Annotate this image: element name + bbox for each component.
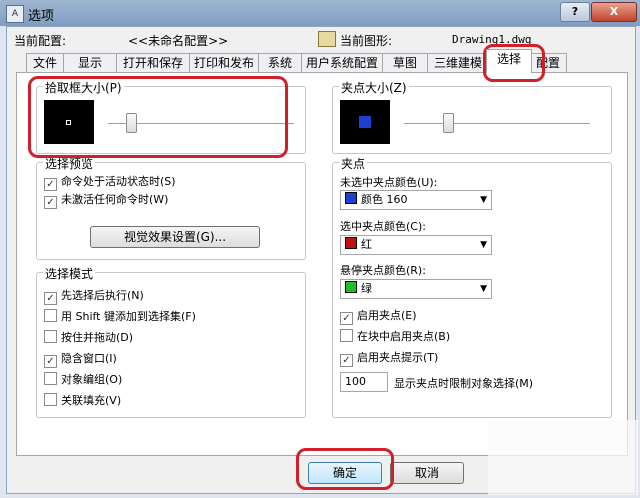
hover-grip-color-select[interactable]: 绿 ▼ xyxy=(340,279,492,299)
color-swatch xyxy=(345,237,357,249)
preview-active-command-checkbox[interactable]: ✓ 命令处于活动状态时(S) xyxy=(44,174,176,191)
checkbox-box xyxy=(340,329,353,342)
checkbox-label: 按住并拖动(D) xyxy=(61,331,134,344)
tab-plot-publish[interactable]: 打印和发布 xyxy=(189,53,259,72)
chevron-down-icon: ▼ xyxy=(480,195,487,205)
tab-selection[interactable]: 选择 xyxy=(486,49,532,73)
grip-object-limit-label: 显示夹点时限制对象选择(M) xyxy=(394,377,534,390)
grip-object-limit-input[interactable]: 100 xyxy=(340,372,388,392)
close-button[interactable]: X xyxy=(591,2,637,22)
checkmark-icon: ✓ xyxy=(44,292,57,305)
checkbox-label: 隐含窗口(I) xyxy=(61,352,117,365)
grip-tips-checkbox[interactable]: ✓ 启用夹点提示(T) xyxy=(340,350,439,367)
select-value: 红 xyxy=(361,238,372,251)
selection-modes-title: 选择模式 xyxy=(43,265,96,282)
checkbox-label: 未激活任何命令时(W) xyxy=(61,193,169,206)
checkmark-icon: ✓ xyxy=(340,312,353,325)
grips-title: 夹点 xyxy=(339,155,368,172)
grip-slider-track xyxy=(404,123,590,125)
title-bar: A 选项 ? X xyxy=(0,0,640,26)
checkbox-box xyxy=(44,309,57,322)
current-config-value: <<未命名配置>> xyxy=(128,34,229,48)
shift-add-checkbox[interactable]: 用 Shift 键添加到选择集(F) xyxy=(44,309,196,325)
current-drawing-label: 当前图形: xyxy=(340,34,393,48)
ok-button[interactable]: 确定 xyxy=(308,462,382,484)
object-grouping-checkbox[interactable]: 对象编组(O) xyxy=(44,372,122,388)
checkbox-label: 启用夹点提示(T) xyxy=(357,351,439,364)
noun-verb-selection-checkbox[interactable]: ✓ 先选择后执行(N) xyxy=(44,288,144,305)
checkmark-icon: ✓ xyxy=(340,354,353,367)
checkbox-box xyxy=(44,330,57,343)
checkbox-label: 启用夹点(E) xyxy=(357,309,417,322)
select-value: 颜色 160 xyxy=(361,193,408,206)
window-title: 选项 xyxy=(28,9,55,24)
current-config-label: 当前配置: xyxy=(14,34,67,48)
chevron-down-icon: ▼ xyxy=(480,284,487,294)
tab-3d-modeling[interactable]: 三维建模 xyxy=(427,53,489,72)
grip-size-preview xyxy=(340,100,390,144)
current-drawing-value: Drawing1.dwg xyxy=(452,33,532,46)
checkbox-label: 对象编组(O) xyxy=(61,373,123,386)
checkmark-icon: ✓ xyxy=(44,178,57,191)
grip-slider-thumb[interactable] xyxy=(443,113,454,133)
hover-grip-color-label: 悬停夹点颜色(R): xyxy=(340,264,426,277)
pickbox-dot xyxy=(66,120,71,125)
grip-size-title: 夹点大小(Z) xyxy=(339,79,409,96)
autocad-icon: A xyxy=(6,5,24,23)
checkbox-box xyxy=(44,372,57,385)
selected-grip-color-select[interactable]: 红 ▼ xyxy=(340,235,492,255)
associative-hatch-checkbox[interactable]: 关联填充(V) xyxy=(44,393,121,409)
cancel-button[interactable]: 取消 xyxy=(390,462,464,484)
tab-system[interactable]: 系统 xyxy=(258,53,302,72)
enable-grips-checkbox[interactable]: ✓ 启用夹点(E) xyxy=(340,308,417,325)
chevron-down-icon: ▼ xyxy=(480,240,487,250)
checkbox-label: 用 Shift 键添加到选择集(F) xyxy=(61,310,196,323)
checkbox-label: 先选择后执行(N) xyxy=(61,289,144,302)
drawing-icon xyxy=(318,31,336,47)
preview-no-command-checkbox[interactable]: ✓ 未激活任何命令时(W) xyxy=(44,192,169,209)
tab-user-preferences[interactable]: 用户系统配置 xyxy=(301,53,383,72)
visual-effect-settings-button[interactable]: 视觉效果设置(G)... xyxy=(90,226,260,248)
pickbox-preview xyxy=(44,100,94,144)
checkbox-label: 在块中启用夹点(B) xyxy=(357,330,451,343)
checkmark-icon: ✓ xyxy=(44,196,57,209)
selected-grip-color-label: 选中夹点颜色(C): xyxy=(340,220,426,233)
tab-files[interactable]: 文件 xyxy=(26,53,64,72)
unselected-grip-color-label: 未选中夹点颜色(U): xyxy=(340,176,438,189)
checkbox-box xyxy=(44,393,57,406)
checkbox-label: 关联填充(V) xyxy=(61,394,122,407)
checkbox-label: 命令处于活动状态时(S) xyxy=(61,175,176,188)
tab-drafting[interactable]: 草图 xyxy=(382,53,428,72)
pickbox-slider-thumb[interactable] xyxy=(126,113,137,133)
watermark-overlay xyxy=(488,420,638,495)
tab-display[interactable]: 显示 xyxy=(63,53,117,72)
help-button[interactable]: ? xyxy=(560,2,590,22)
color-swatch xyxy=(345,192,357,204)
tab-open-save[interactable]: 打开和保存 xyxy=(116,53,190,72)
color-swatch xyxy=(345,281,357,293)
unselected-grip-color-select[interactable]: 颜色 160 ▼ xyxy=(340,190,492,210)
checkmark-icon: ✓ xyxy=(44,355,57,368)
tab-profiles[interactable]: 配置 xyxy=(529,53,567,72)
grip-size-square xyxy=(359,116,371,128)
implied-window-checkbox[interactable]: ✓ 隐含窗口(I) xyxy=(44,351,117,368)
pickbox-title: 拾取框大小(P) xyxy=(43,79,124,96)
press-drag-checkbox[interactable]: 按住并拖动(D) xyxy=(44,330,133,346)
select-value: 绿 xyxy=(361,282,372,295)
selection-preview-title: 选择预览 xyxy=(43,155,96,172)
grips-in-blocks-checkbox[interactable]: 在块中启用夹点(B) xyxy=(340,329,450,345)
